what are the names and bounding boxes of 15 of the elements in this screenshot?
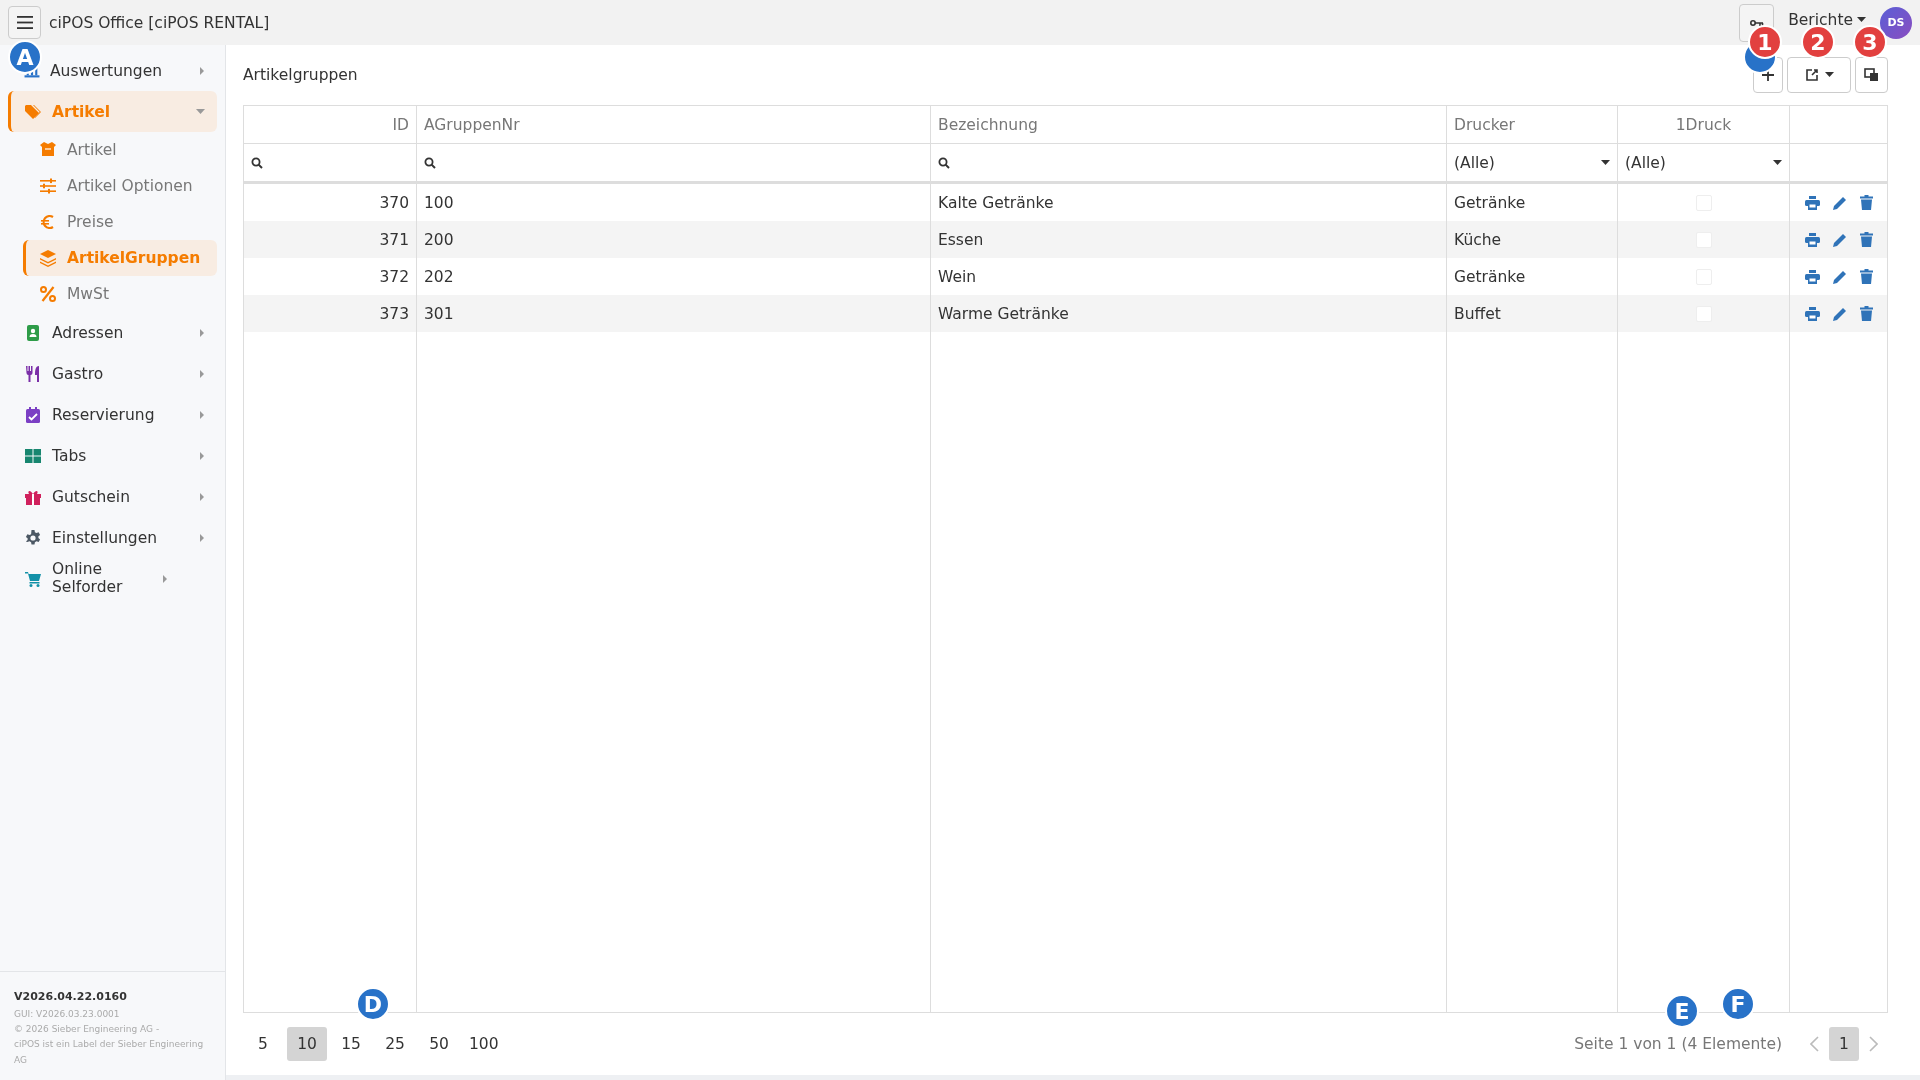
copyright-text: © 2026 Sieber Engineering AG - — [14, 1023, 161, 1037]
table-cell: 373 — [244, 295, 417, 332]
page-summary: Seite 1 von 1 (4 Elemente) — [1573, 1035, 1782, 1053]
label-note: ciPOS ist ein Label der Sieber Engineering AG — [14, 1038, 205, 1067]
version-text: V2026.04.22.0160 — [14, 989, 128, 1006]
table-cell: Essen — [931, 221, 1447, 258]
table-cell: Warme Getränke — [931, 295, 1447, 332]
table-cell: Buffet — [1447, 295, 1618, 332]
app-title: ciPOS Office [ciPOS RENTAL] — [49, 13, 271, 32]
table-cell: 371 — [244, 221, 417, 258]
page-title: Artikelgruppen — [243, 66, 359, 84]
gui-version-text: GUI: V2026.03.23.0001 — [14, 1007, 121, 1021]
table-cell: 200 — [417, 221, 931, 258]
table-cell: Küche — [1447, 221, 1618, 258]
table-cell: 301 — [417, 295, 931, 332]
